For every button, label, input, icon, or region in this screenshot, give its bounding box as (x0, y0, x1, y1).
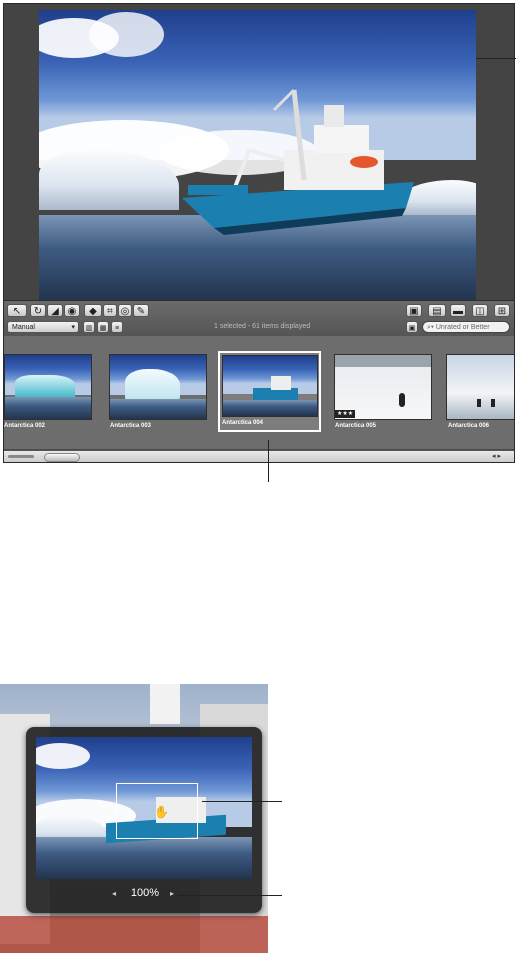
browser-strip: Antarctica 002 Antarctica 003 Antarctica… (4, 336, 514, 449)
thumbnail-size-slider[interactable] (8, 455, 34, 458)
metadata-button[interactable]: ▤ (428, 304, 446, 317)
grid-view-button[interactable]: ▦ (97, 321, 109, 333)
thumbnail[interactable]: ★★★ (334, 354, 432, 420)
search-icon: ⌕▾ (427, 324, 434, 331)
scroll-thumb[interactable] (44, 453, 80, 462)
thumbnail-label: Antarctica 004 (222, 420, 264, 426)
filter-icon: ▣ (408, 325, 416, 332)
callout-line-viewer (476, 58, 516, 59)
thumbnail-label: Antarctica 002 (4, 423, 46, 429)
scroll-arrows[interactable]: ◂ ▸ (492, 452, 501, 460)
crop-tool-button[interactable]: ⌗ (103, 304, 117, 317)
thumbnail-selected[interactable]: Antarctica 004 (218, 351, 321, 432)
thumbnail-label: Antarctica 003 (110, 423, 152, 429)
select-arrow-icon: ↖ (12, 306, 22, 317)
select-tool-button[interactable]: ↖ (7, 304, 27, 317)
thumbnail-label: Antarctica 006 (448, 423, 490, 429)
straighten-tool-button[interactable]: ◢ (47, 304, 63, 317)
rotate-icon: ↻ (33, 306, 43, 317)
brush-icon: ✎ (136, 306, 146, 317)
chevron-down-icon: ▾ (71, 324, 75, 331)
lift-stamp-button[interactable]: ◆ (84, 304, 102, 317)
preview-eye-icon: ◎ (120, 306, 130, 317)
search-placeholder: Unrated or Better (435, 324, 490, 331)
crop-icon: ⌗ (107, 306, 113, 317)
compare-icon: ◫ (475, 306, 485, 317)
list-view-button[interactable]: ≡ (111, 321, 123, 333)
redeye-tool-button[interactable]: ◉ (64, 304, 80, 317)
rating-badge: ★★★ (335, 410, 356, 418)
zoom-level: 100% (130, 887, 160, 899)
thumbnail[interactable] (446, 354, 514, 420)
browser-scrollbar[interactable]: ◂ ▸ (4, 450, 514, 462)
ship-illustration (182, 88, 414, 235)
adjust-icon: ▬ (453, 306, 463, 317)
sort-menu-value: Manual (12, 324, 35, 331)
lift-stamp-icon: ◆ (89, 306, 97, 317)
brush-tool-button[interactable]: ✎ (133, 304, 149, 317)
full-screen-button[interactable]: ⊞ (494, 304, 510, 317)
app-window: ↖ ↻ ◢ ◉ ◆ ⌗ ◎ ✎ ▣ ▤ ▬ ◫ ⊞ Manual ▾ ▥ ▦ ≡… (3, 3, 515, 463)
thumbnail[interactable] (4, 354, 92, 420)
toolbar: ↖ ↻ ◢ ◉ ◆ ⌗ ◎ ✎ ▣ ▤ ▬ ◫ ⊞ Manual ▾ ▥ ▦ ≡… (4, 300, 514, 337)
thumbnail-label: Antarctica 005 (335, 423, 377, 429)
redeye-icon: ◉ (67, 306, 77, 317)
list-view-icon: ≡ (114, 325, 120, 332)
navigator-preview: ✋ (36, 737, 252, 879)
adjust-button[interactable]: ▬ (450, 304, 466, 317)
hand-cursor-icon: ✋ (154, 805, 169, 819)
thumbnail[interactable] (109, 354, 207, 420)
sort-menu[interactable]: Manual ▾ (7, 321, 79, 333)
status-text: 1 selected - 61 items displayed (214, 323, 311, 330)
straighten-icon: ◢ (51, 306, 59, 317)
preview-button[interactable]: ◎ (118, 304, 132, 317)
viewer-browser-mode-icon: ▣ (409, 306, 419, 317)
full-screen-icon: ⊞ (497, 306, 507, 317)
zoom-navigator-hud[interactable]: ✋ ◂ 100% ▸ (26, 727, 262, 913)
grid-view-icon: ▦ (99, 325, 107, 332)
main-photo[interactable] (39, 10, 476, 300)
rotate-tool-button[interactable]: ↻ (30, 304, 46, 317)
callout-line-browser (268, 440, 269, 482)
viewer-mode-button[interactable]: ▣ (406, 304, 422, 317)
show-metadata-icon: ▤ (432, 306, 442, 317)
compare-button[interactable]: ◫ (472, 304, 488, 317)
zoom-left-arrow-icon[interactable]: ◂ (112, 889, 116, 898)
filmstrip-view-button[interactable]: ▥ (83, 321, 95, 333)
viewer-pane (4, 4, 514, 300)
zoom-right-arrow-icon[interactable]: ▸ (170, 889, 174, 898)
filter-search-field[interactable]: ⌕▾ Unrated or Better (422, 321, 510, 333)
filter-button[interactable]: ▣ (406, 321, 418, 333)
callout-line-zoom-frame (202, 801, 282, 802)
callout-line-zoom-level (178, 895, 282, 896)
filmstrip-icon: ▥ (85, 325, 93, 332)
